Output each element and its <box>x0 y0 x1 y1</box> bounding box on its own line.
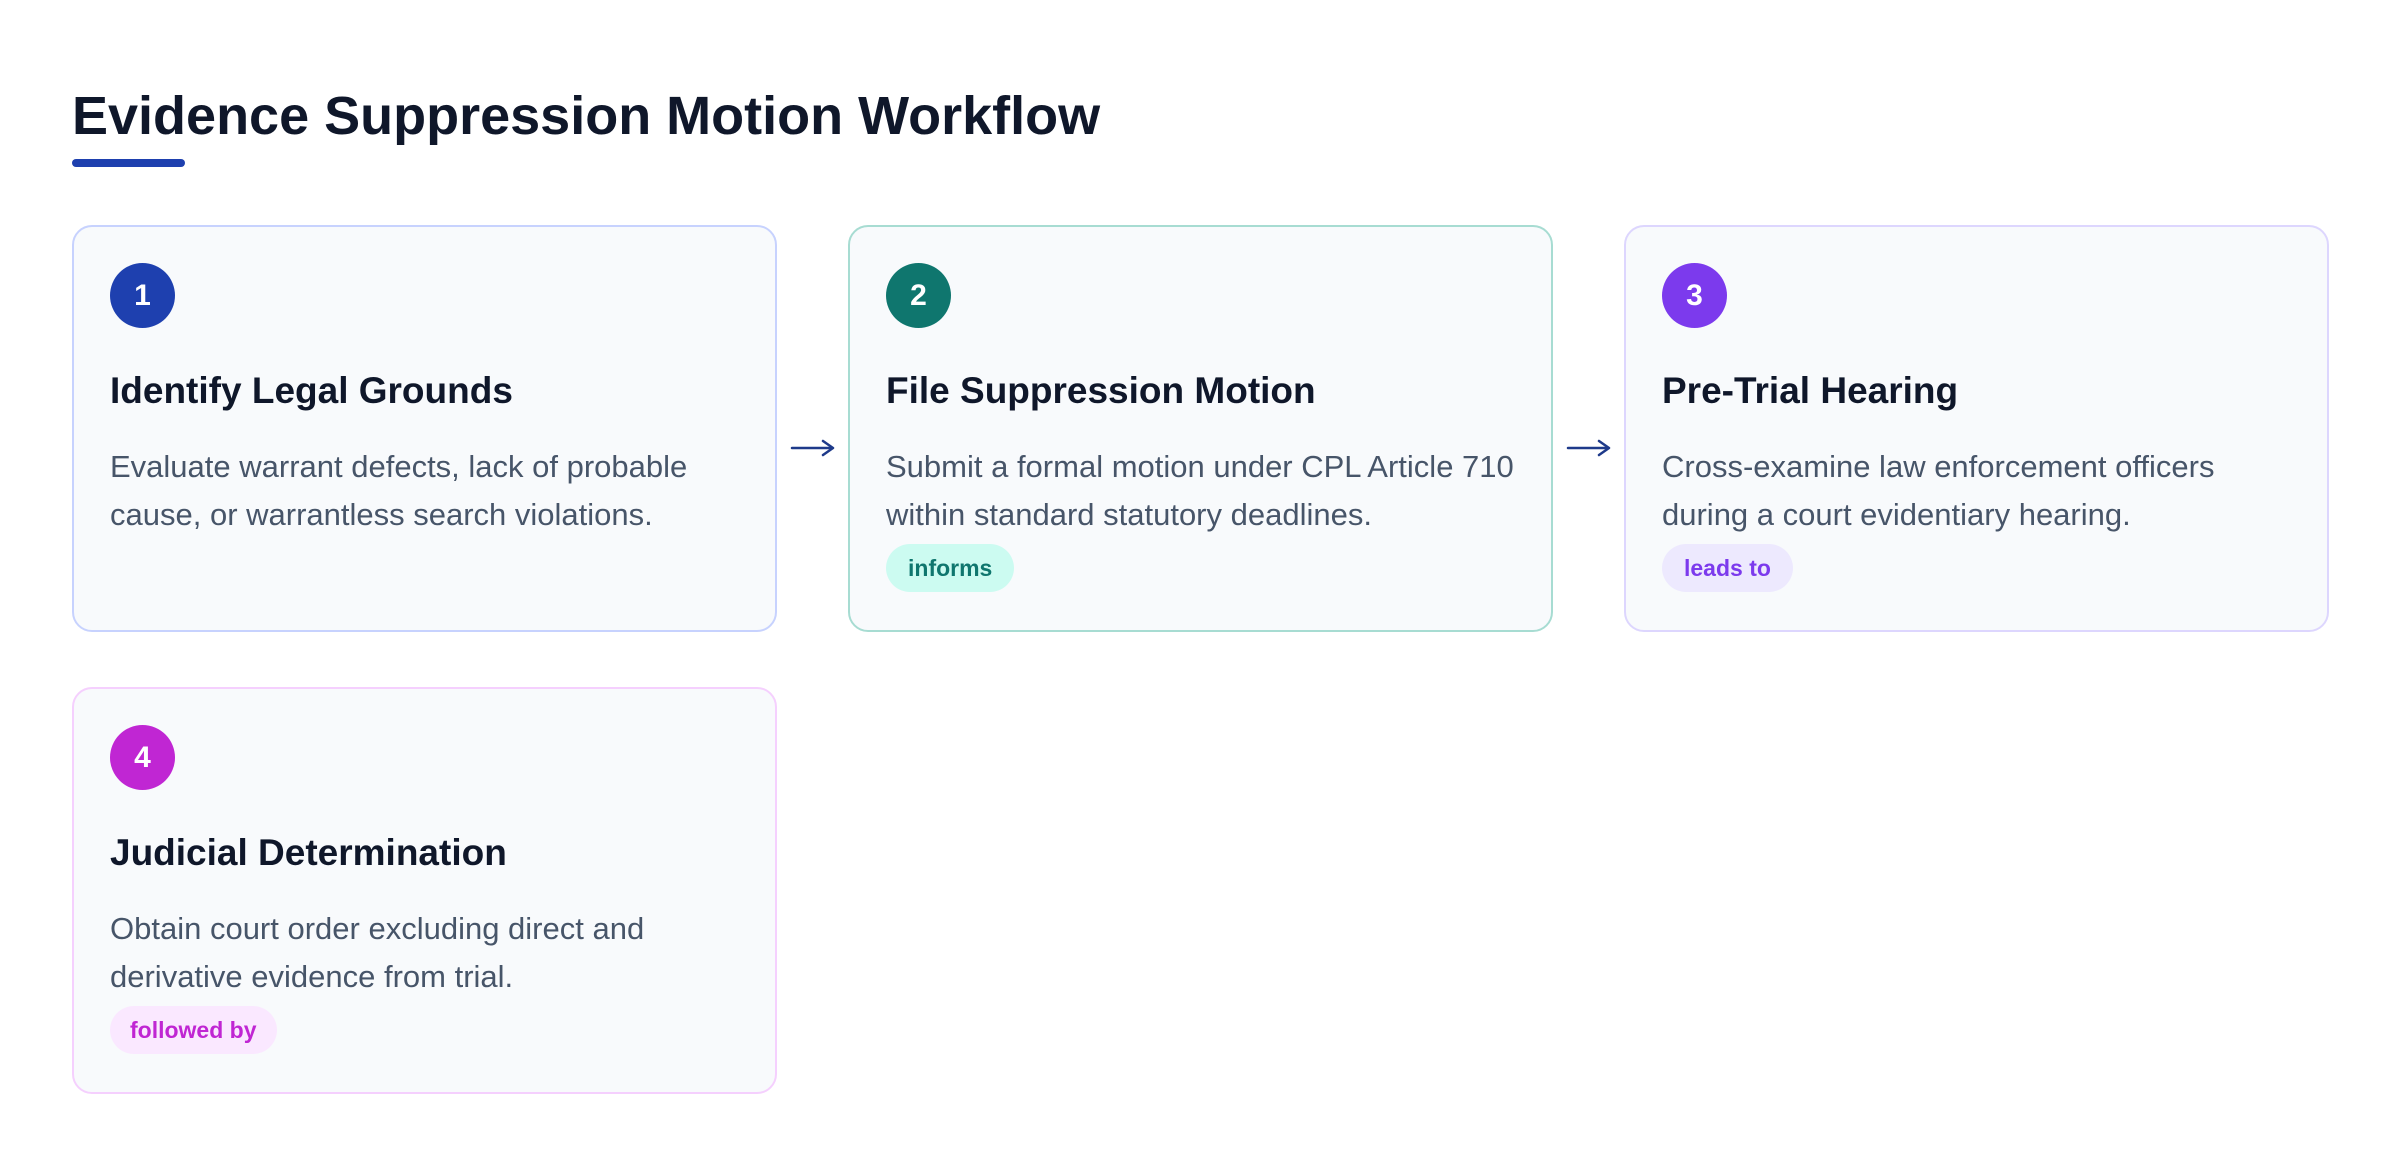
step-title: Identify Legal Grounds <box>110 370 513 411</box>
step-card-judicial-determination: 4 Judicial Determination Obtain court or… <box>72 687 777 1094</box>
step-number-badge: 2 <box>886 263 951 328</box>
page-title: Evidence Suppression Motion Workflow <box>72 86 1101 146</box>
step-card-pre-trial-hearing: 3 Pre-Trial Hearing Cross-examine law en… <box>1624 225 2329 632</box>
arrow-right-icon <box>1566 439 1611 457</box>
step-title: Judicial Determination <box>110 832 507 873</box>
relation-badge: leads to <box>1662 544 1793 592</box>
step-title: Pre-Trial Hearing <box>1662 370 1959 411</box>
step-title: File Suppression Motion <box>886 370 1316 411</box>
relation-badge: informs <box>886 544 1015 592</box>
step-number-badge: 4 <box>110 725 175 790</box>
step-number-badge: 1 <box>110 263 175 328</box>
step-card-identify-legal-grounds: 1 Identify Legal Grounds Evaluate warran… <box>72 225 777 632</box>
step-description: Submit a formal motion under CPL Article… <box>886 449 1514 532</box>
step-description: Cross-examine law enforcement officers d… <box>1662 449 2215 532</box>
relation-badge: followed by <box>110 1006 277 1054</box>
step-description: Evaluate warrant defects, lack of probab… <box>110 449 688 532</box>
step-card-file-suppression-motion: 2 File Suppression Motion Submit a forma… <box>848 225 1553 632</box>
title-underline <box>72 159 185 167</box>
step-number-badge: 3 <box>1662 263 1727 328</box>
step-description: Obtain court order excluding direct and … <box>110 911 645 994</box>
arrow-right-icon <box>790 439 835 457</box>
